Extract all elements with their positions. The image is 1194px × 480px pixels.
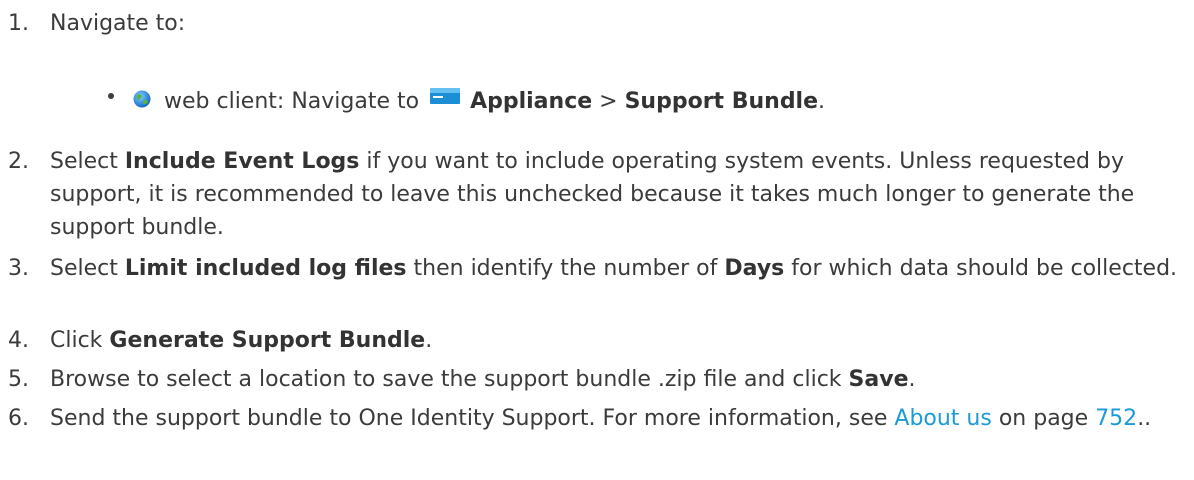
step-3: 3. Select Limit included log files then … <box>8 252 1177 285</box>
step-number: 4. <box>8 328 29 353</box>
step-number: 6. <box>8 406 29 431</box>
step-text-post: for which data should be collected. <box>784 256 1178 281</box>
step-5: 5. Browse to select a location to save t… <box>8 363 915 396</box>
step-4: 4. Click Generate Support Bundle. <box>8 324 432 357</box>
step-number: 1. <box>8 11 29 36</box>
limit-log-files-label: Limit included log files <box>124 256 407 281</box>
step-text-pre: Send the support bundle to One Identity … <box>50 406 895 431</box>
step-text-mid: then identify the number of <box>406 256 725 281</box>
support-bundle-label: Support Bundle <box>624 89 819 114</box>
appliance-icon <box>430 88 461 104</box>
appliance-menu-label: Appliance <box>470 89 593 114</box>
save-label: Save <box>848 367 909 392</box>
page-number-link[interactable]: 752 <box>1095 406 1137 431</box>
step-text-post: . <box>425 328 433 353</box>
generate-support-bundle-label: Generate Support Bundle <box>109 328 426 353</box>
step-text-pre: Select <box>50 256 125 281</box>
globe-icon <box>133 90 151 108</box>
step-6: 6. Send the support bundle to One Identi… <box>8 402 1151 435</box>
step-2: 2. Select Include Event Logs if you want… <box>8 145 1188 244</box>
step-text-post: . <box>908 367 916 392</box>
step-text-mid: on page <box>991 406 1096 431</box>
step-1-subitem: web client: Navigate to Appliance > Supp… <box>108 85 825 118</box>
step-number: 3. <box>8 256 29 281</box>
period: . <box>818 89 826 114</box>
about-us-link[interactable]: About us <box>894 406 991 431</box>
step-text-pre: Click <box>50 328 110 353</box>
step-1: 1. Navigate to: <box>8 7 185 40</box>
web-client-label: web client: Navigate to <box>164 89 427 114</box>
step-number: 5. <box>8 367 29 392</box>
include-event-logs-label: Include Event Logs <box>124 149 360 174</box>
separator: > <box>592 89 625 114</box>
step-text-pre: Select <box>50 149 125 174</box>
days-label: Days <box>724 256 785 281</box>
step-number: 2. <box>8 149 29 174</box>
step-text: Navigate to: <box>50 11 186 36</box>
bullet-dot <box>108 93 114 99</box>
step-text-post: .. <box>1137 406 1152 431</box>
step-text-pre: Browse to select a location to save the … <box>50 367 849 392</box>
